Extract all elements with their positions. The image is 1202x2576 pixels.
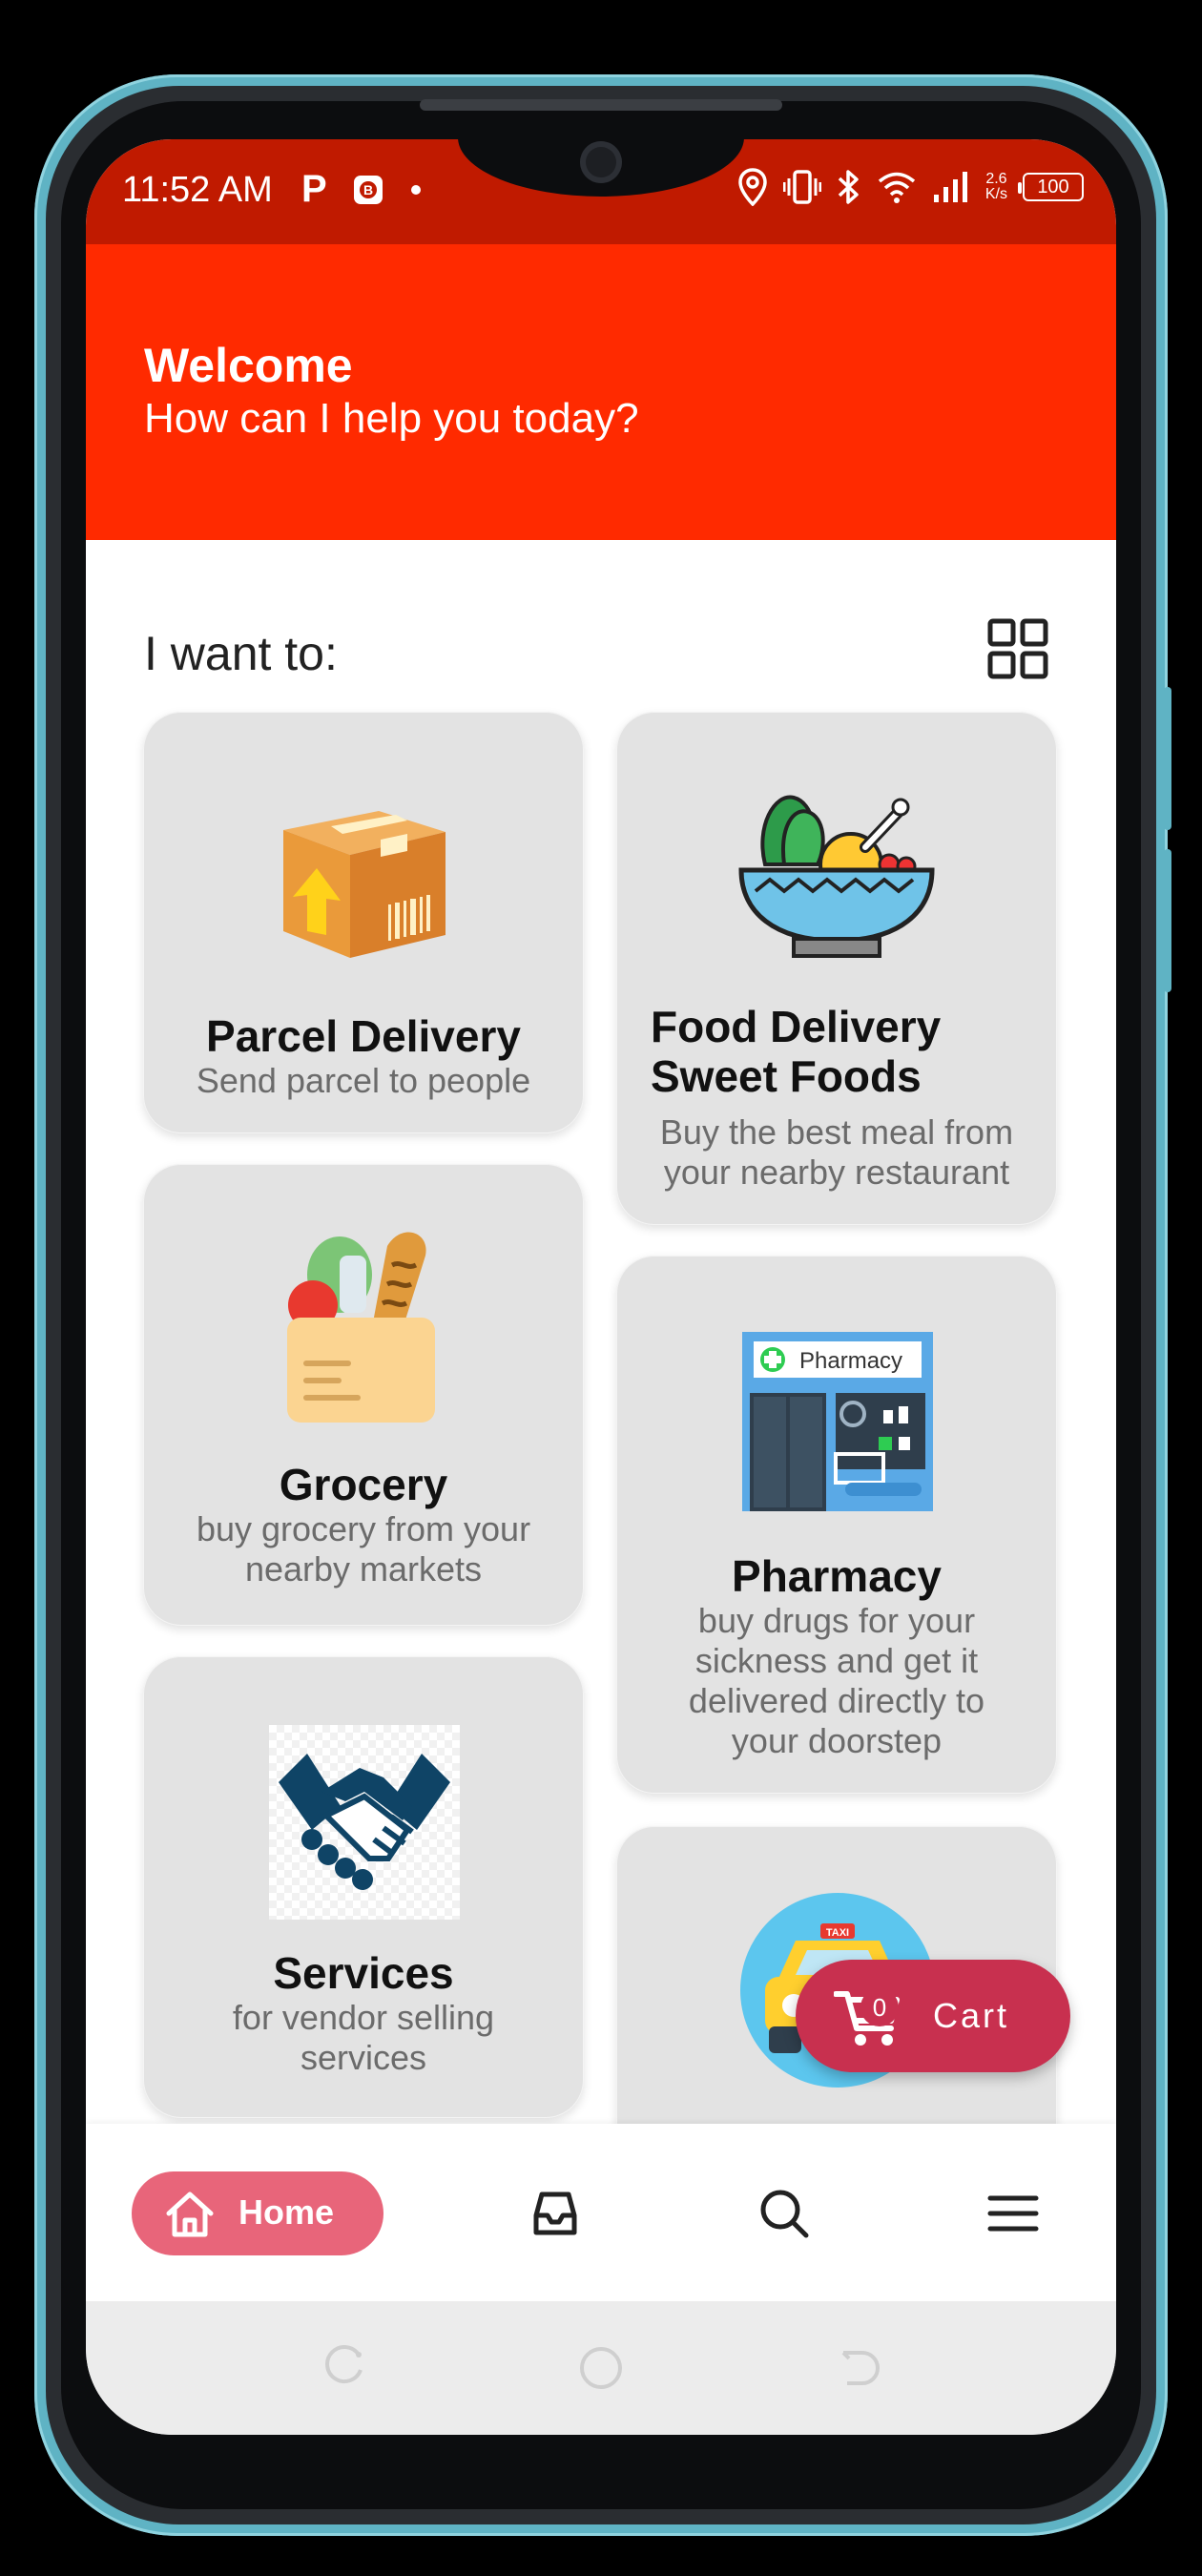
cart-button[interactable]: 0 Cart <box>796 1960 1070 2072</box>
power-button <box>1164 849 1171 992</box>
svg-text:Pharmacy: Pharmacy <box>799 1348 902 1374</box>
parcel-box-icon <box>274 792 455 964</box>
card-title: Pharmacy <box>732 1551 942 1601</box>
card-title: Services <box>273 1948 454 1998</box>
location-icon <box>737 168 768 206</box>
card-description: buy grocery from your nearby markets <box>196 1509 531 1589</box>
header-title: Welcome <box>144 339 353 392</box>
header-subtitle: How can I help you today? <box>144 395 639 442</box>
food-bowl-icon <box>736 788 937 960</box>
speaker-grill <box>420 99 782 111</box>
pharmacy-store-icon: Pharmacy <box>740 1330 935 1511</box>
battery-icon: 100 <box>1018 173 1084 201</box>
vibrate-icon <box>782 169 821 205</box>
recent-apps-icon[interactable] <box>321 2345 366 2391</box>
cart-label: Cart <box>933 1996 1010 2035</box>
grid-view-icon[interactable] <box>987 618 1048 679</box>
volume-button <box>1164 687 1171 830</box>
signal-icon <box>932 170 970 204</box>
bottom-navigation: Home <box>86 2124 1116 2301</box>
svg-text:B: B <box>363 182 373 197</box>
grocery-card[interactable]: Grocery buy grocery from your nearby mar… <box>143 1164 584 1626</box>
card-description: Send parcel to people <box>196 1061 531 1100</box>
card-description: buy drugs for your sickness and get it d… <box>688 1601 985 1760</box>
nav-home-label: Home <box>238 2192 335 2232</box>
inbox-icon[interactable] <box>528 2187 582 2240</box>
menu-icon[interactable] <box>986 2187 1040 2240</box>
welcome-header: Welcome How can I help you today? <box>86 244 1116 540</box>
phone-screen: 11:52 AM P B 2.6 K/s 100 Welcome How can… <box>86 139 1116 2435</box>
card-title: Parcel Delivery <box>206 1011 521 1061</box>
card-title: Food Delivery Sweet Foods <box>651 1002 942 1101</box>
nav-home-button[interactable]: Home <box>132 2171 383 2255</box>
front-camera <box>580 141 622 183</box>
home-circle-icon[interactable] <box>578 2345 624 2391</box>
cart-icon: 0 <box>833 1986 902 2047</box>
app-notification-icon: B <box>352 174 384 206</box>
bluetooth-icon <box>837 168 861 206</box>
search-icon[interactable] <box>757 2187 811 2240</box>
pharmacy-card[interactable]: Pharmacy Pharmacy buy drugs for your sic… <box>616 1256 1057 1794</box>
services-card[interactable]: Services for vendor selling services <box>143 1656 584 2118</box>
card-title: Grocery <box>279 1460 448 1509</box>
back-icon[interactable] <box>836 2345 881 2391</box>
cart-count-badge: 0 <box>860 1988 899 2026</box>
system-navigation-bar <box>86 2301 1116 2435</box>
grocery-bag-icon <box>282 1227 445 1427</box>
status-bar: 11:52 AM P B 2.6 K/s 100 <box>86 139 1116 244</box>
parcel-delivery-card[interactable]: Parcel Delivery Send parcel to people <box>143 712 584 1133</box>
card-description: for vendor selling services <box>232 1998 495 2077</box>
handshake-icon <box>269 1725 460 1920</box>
wifi-icon <box>877 170 917 204</box>
section-label: I want to: <box>144 627 338 680</box>
dot-icon <box>409 183 423 197</box>
card-description: Buy the best meal from your nearby resta… <box>659 1112 1014 1192</box>
home-icon <box>164 2189 216 2240</box>
parking-icon: P <box>301 168 327 210</box>
status-time: 11:52 AM <box>122 170 273 210</box>
main-content: I want to: Parcel Delivery Send parcel t… <box>86 540 1116 2124</box>
food-delivery-card[interactable]: Food Delivery Sweet Foods Buy the best m… <box>616 712 1057 1225</box>
network-speed: 2.6 K/s <box>984 171 1007 202</box>
svg-text:TAXI: TAXI <box>826 1927 849 1939</box>
